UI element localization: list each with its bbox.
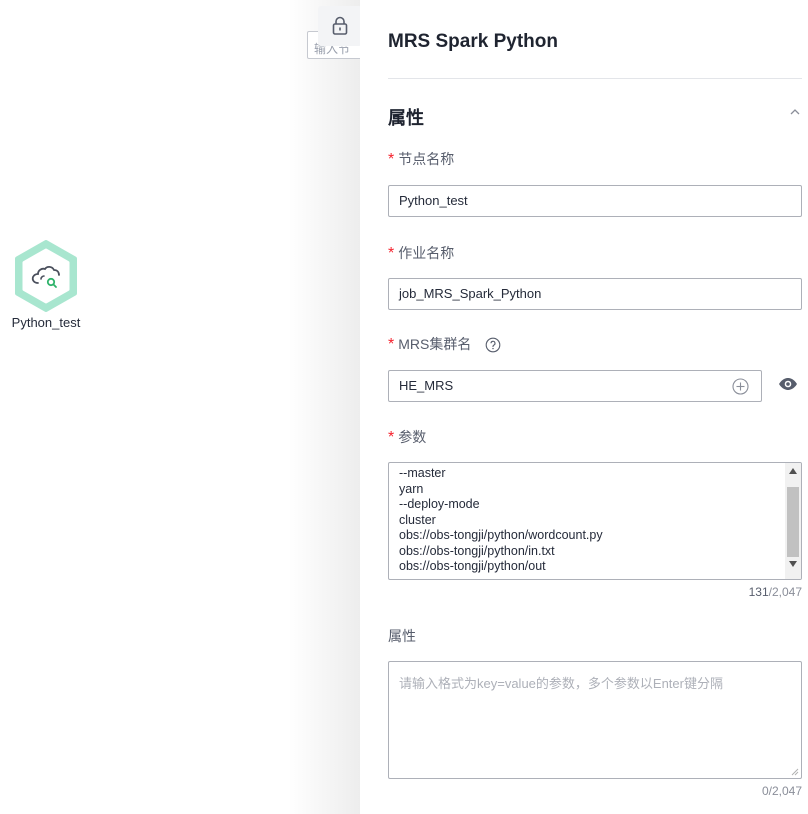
params-line: obs://obs-tongji/python/in.txt bbox=[399, 543, 555, 558]
properties-char-counter: 0/2,047 bbox=[761, 784, 802, 798]
params-line: --master bbox=[399, 466, 446, 480]
resize-grip-icon[interactable] bbox=[791, 768, 799, 776]
properties-panel: MRS Spark Python 属性 * 节点名称 Python_test * 作… bbox=[360, 0, 808, 814]
required-mark: * bbox=[388, 336, 395, 353]
lock-icon bbox=[332, 16, 348, 35]
params-textarea[interactable]: --master yarn --deploy-mode cluster obs:… bbox=[388, 462, 802, 580]
divider bbox=[388, 78, 802, 79]
required-mark: * bbox=[388, 429, 395, 446]
job-name-field[interactable]: job_MRS_Spark_Python bbox=[388, 278, 802, 310]
scrollbar[interactable] bbox=[785, 463, 801, 579]
workflow-node[interactable]: Python_test bbox=[4, 240, 88, 330]
params-lines: --master yarn --deploy-mode cluster obs:… bbox=[389, 463, 801, 575]
params-line: yarn bbox=[399, 481, 424, 496]
scroll-down-icon[interactable] bbox=[789, 561, 797, 567]
add-circle-icon[interactable] bbox=[732, 378, 749, 395]
required-mark: * bbox=[388, 245, 395, 262]
cluster-select[interactable]: HE_MRS bbox=[388, 370, 762, 402]
job-name-label: * 作业名称 bbox=[388, 245, 455, 262]
panel-title: MRS Spark Python bbox=[388, 31, 558, 52]
scroll-thumb[interactable] bbox=[787, 487, 799, 557]
eye-icon[interactable] bbox=[778, 377, 798, 391]
properties-textarea[interactable]: 请输入格式为key=value的参数，多个参数以Enter键分隔 bbox=[388, 661, 802, 779]
node-name-label: * 节点名称 bbox=[388, 151, 455, 168]
params-label: * 参数 bbox=[388, 429, 427, 446]
required-mark: * bbox=[388, 151, 395, 168]
properties-placeholder: 请输入格式为key=value的参数，多个参数以Enter键分隔 bbox=[399, 676, 723, 691]
params-line: cluster bbox=[399, 512, 436, 527]
properties-label: 属性 bbox=[388, 628, 416, 644]
params-line: --deploy-mode bbox=[399, 497, 480, 511]
params-line: obs://obs-tongji/python/out bbox=[399, 559, 546, 573]
cluster-label: * MRS集群名 bbox=[388, 334, 501, 354]
canvas-shadow bbox=[288, 0, 360, 814]
section-title: 属性 bbox=[388, 108, 424, 128]
lock-button[interactable] bbox=[318, 6, 362, 46]
node-label: Python_test bbox=[11, 315, 81, 330]
params-char-counter: 131/2,047 bbox=[748, 585, 802, 599]
mrs-spark-python-icon bbox=[15, 240, 77, 312]
chevron-up-icon[interactable] bbox=[787, 104, 803, 120]
params-line: obs://obs-tongji/python/wordcount.py bbox=[399, 528, 603, 542]
scroll-up-icon[interactable] bbox=[789, 468, 797, 474]
canvas[interactable]: 输入节 Python_test bbox=[0, 0, 377, 814]
help-icon[interactable] bbox=[485, 337, 501, 353]
node-name-field[interactable]: Python_test bbox=[388, 185, 802, 217]
